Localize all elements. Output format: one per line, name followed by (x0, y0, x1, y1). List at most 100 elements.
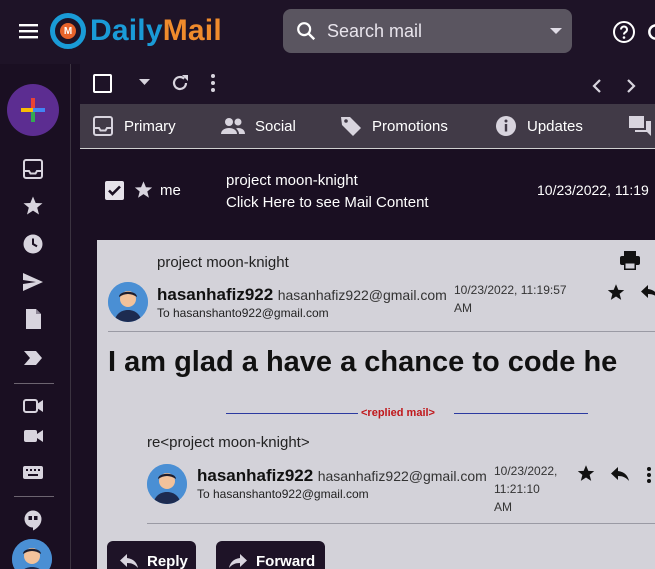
forums-chat-icon[interactable] (628, 115, 652, 137)
row-snippet[interactable]: Click Here to see Mail Content (226, 194, 429, 211)
logo-text-daily: Daily (90, 14, 163, 47)
hangouts-chat-icon[interactable] (22, 509, 44, 531)
sender-avatar (108, 282, 148, 322)
snoozed-clock-icon[interactable] (22, 233, 44, 255)
row-date: 10/23/2022, 11:19 (537, 182, 649, 198)
message-body: I am glad a have a chance to code he (108, 346, 618, 378)
user-avatar-image (12, 539, 52, 569)
select-dropdown-caret-icon[interactable] (139, 79, 150, 86)
top-bar: M DailyMail Search mail (0, 0, 655, 64)
message-date: 10/23/2022, 11:19:57 AM (454, 281, 567, 317)
reply-button[interactable]: Reply (107, 541, 196, 569)
tab-social[interactable]: Social (221, 104, 296, 148)
people-icon (221, 118, 245, 134)
older-chevron-right-icon[interactable] (626, 78, 636, 94)
message-date-line2: AM (454, 301, 472, 315)
mail-list-row[interactable]: me project moon-knight Click Here to see… (80, 148, 655, 240)
replied-divider-right (454, 413, 588, 414)
tab-promotions-label: Promotions (372, 117, 448, 135)
help-icon[interactable] (612, 20, 636, 44)
tag-icon (341, 117, 361, 136)
replied-date-line1: 10/23/2022, (494, 464, 558, 478)
logo-mark: M (50, 13, 86, 49)
more-options-icon[interactable] (210, 73, 216, 93)
replied-sender-email: hasanhafiz922@gmail.com (317, 468, 487, 484)
tab-updates-label: Updates (527, 117, 583, 135)
search-options-caret-icon[interactable] (550, 28, 562, 34)
message-view: project moon-knight hasanhafiz922 hasanh… (97, 240, 655, 569)
reply-icon[interactable] (640, 284, 655, 300)
message-subject: project moon-knight (157, 254, 289, 271)
inbox-icon[interactable] (22, 158, 44, 180)
keyboard-icon[interactable] (22, 461, 44, 483)
sender-avatar-image (108, 282, 148, 322)
replied-date-line2: 11:21:10 (494, 482, 540, 496)
replied-mail-label: <replied mail> (361, 407, 435, 419)
category-tabs: Primary Social Promotions Updates (80, 104, 655, 148)
info-icon (496, 116, 516, 136)
search-icon (297, 22, 316, 41)
tab-social-label: Social (255, 117, 296, 135)
search-input[interactable]: Search mail (327, 21, 550, 42)
forward-button[interactable]: Forward (216, 541, 325, 569)
star-icon[interactable] (133, 180, 154, 200)
star-icon[interactable] (606, 283, 626, 302)
replied-sender-name: hasanhafiz922 (197, 466, 314, 485)
logo-text: DailyMail (90, 14, 222, 48)
refresh-icon[interactable] (170, 73, 190, 93)
app-logo[interactable]: M DailyMail (50, 11, 222, 51)
settings-gear-icon[interactable] (646, 20, 655, 44)
mail-toolbar (80, 64, 655, 104)
tab-updates[interactable]: Updates (495, 104, 583, 148)
replied-divider-left (226, 413, 358, 414)
replied-sender-line: hasanhafiz922 hasanhafiz922@gmail.com (197, 466, 487, 486)
logo-badge: M (60, 23, 76, 39)
sender-line: hasanhafiz922 hasanhafiz922@gmail.com (157, 285, 447, 305)
starred-icon[interactable] (22, 195, 44, 217)
compose-button[interactable] (7, 84, 59, 136)
select-all-checkbox[interactable] (93, 74, 112, 93)
row-checkbox[interactable] (105, 181, 124, 200)
message-date-line1: 10/23/2022, 11:19:57 (454, 283, 567, 297)
user-avatar[interactable] (12, 539, 52, 569)
forward-icon (229, 554, 247, 568)
important-label-icon[interactable] (22, 347, 44, 369)
replied-date-line3: AM (494, 500, 512, 514)
drafts-icon[interactable] (22, 308, 44, 330)
replied-sender-avatar (147, 464, 187, 504)
sidebar-divider (14, 383, 54, 384)
reply-icon (120, 554, 138, 568)
reply-button-label: Reply (147, 552, 188, 569)
tab-primary-label: Primary (124, 117, 176, 135)
print-icon[interactable] (620, 251, 640, 270)
meet-join-video-icon[interactable] (22, 425, 44, 447)
reply-icon[interactable] (610, 466, 630, 482)
recipient: To hasanshanto922@gmail.com (157, 306, 329, 320)
replied-recipient: To hasanshanto922@gmail.com (197, 487, 369, 501)
row-subject: project moon-knight (226, 172, 358, 189)
sidebar (0, 64, 70, 569)
divider (147, 523, 655, 524)
sent-icon[interactable] (22, 271, 44, 293)
row-sender: me (160, 182, 181, 199)
sender-name: hasanhafiz922 (157, 285, 274, 304)
sender-email: hasanhafiz922@gmail.com (277, 287, 447, 303)
divider (108, 331, 655, 332)
star-icon[interactable] (576, 464, 596, 483)
forward-button-label: Forward (256, 552, 316, 569)
replied-sender-avatar-image (147, 464, 187, 504)
replied-subject: re<project moon-knight> (147, 434, 310, 451)
sidebar-border (70, 64, 71, 569)
tab-primary[interactable]: Primary (92, 104, 176, 148)
tab-promotions[interactable]: Promotions (340, 104, 448, 148)
inbox-icon (93, 116, 113, 136)
logo-text-mail: Mail (162, 14, 222, 47)
more-options-icon[interactable] (646, 466, 652, 484)
meet-new-video-icon[interactable] (22, 395, 44, 417)
newer-chevron-left-icon[interactable] (592, 78, 602, 94)
compose-plus-icon (21, 98, 45, 122)
search-bar[interactable]: Search mail (283, 9, 572, 53)
hamburger-menu-icon[interactable] (18, 20, 40, 42)
replied-date: 10/23/2022, 11:21:10 AM (494, 462, 557, 516)
sidebar-divider (14, 496, 54, 497)
